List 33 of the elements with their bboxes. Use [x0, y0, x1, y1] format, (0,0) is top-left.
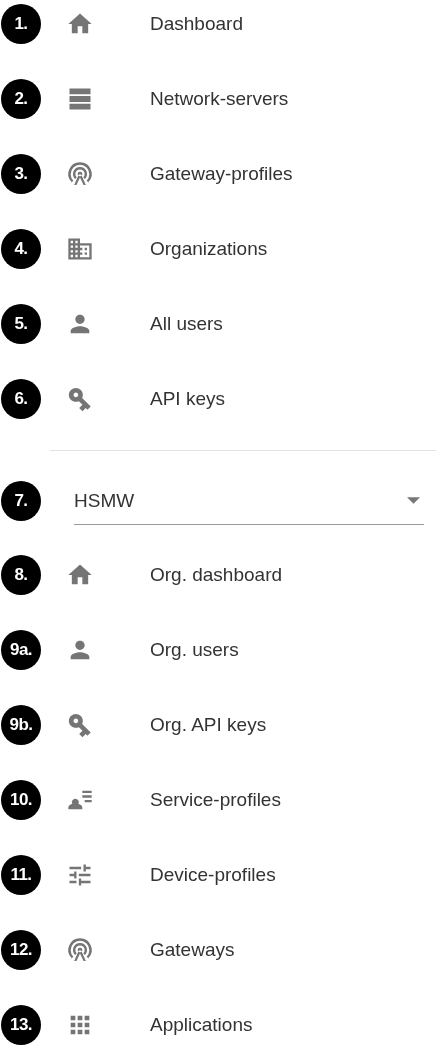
antenna-icon [66, 936, 94, 964]
number-badge: 9b. [1, 705, 41, 745]
nav-item[interactable]: API keys [150, 388, 225, 410]
number-badge: 8. [1, 555, 41, 595]
number-badge: 13. [1, 1005, 41, 1045]
nav-item[interactable]: Gateways [150, 939, 235, 961]
number-badge: 9a. [1, 630, 41, 670]
number-badge: 6. [1, 379, 41, 419]
nav-item[interactable]: Network-servers [150, 88, 289, 110]
number-badge: 5. [1, 304, 41, 344]
antenna-icon [66, 160, 94, 188]
key-icon [66, 385, 94, 413]
number-badge: 12. [1, 930, 41, 970]
nav-item[interactable]: Gateway-profiles [150, 163, 293, 185]
number-badge: 11. [1, 855, 41, 895]
number-badge: 10. [1, 780, 41, 820]
nav-item[interactable]: Device-profiles [150, 864, 276, 886]
caret-icon [407, 497, 420, 504]
nav-item[interactable]: All users [150, 313, 223, 335]
nav-item[interactable]: Org. dashboard [150, 564, 283, 586]
nav-item[interactable]: Applications [150, 1014, 253, 1036]
key-icon [66, 711, 94, 739]
number-badge: 4. [1, 229, 41, 269]
number-badge: 1. [1, 4, 41, 44]
number-badge: 7. [1, 481, 41, 521]
nav-item[interactable]: Service-profiles [150, 789, 281, 811]
number-badge: 3. [1, 154, 41, 194]
nav-item[interactable]: Dashboard [150, 13, 243, 35]
organization-select[interactable]: HSMW [74, 477, 424, 525]
number-badge: 2. [1, 79, 41, 119]
nav-item[interactable]: Organizations [150, 238, 268, 260]
nav-item[interactable]: Org. users [150, 639, 239, 661]
nav-item[interactable]: Org. API keys [150, 714, 267, 736]
